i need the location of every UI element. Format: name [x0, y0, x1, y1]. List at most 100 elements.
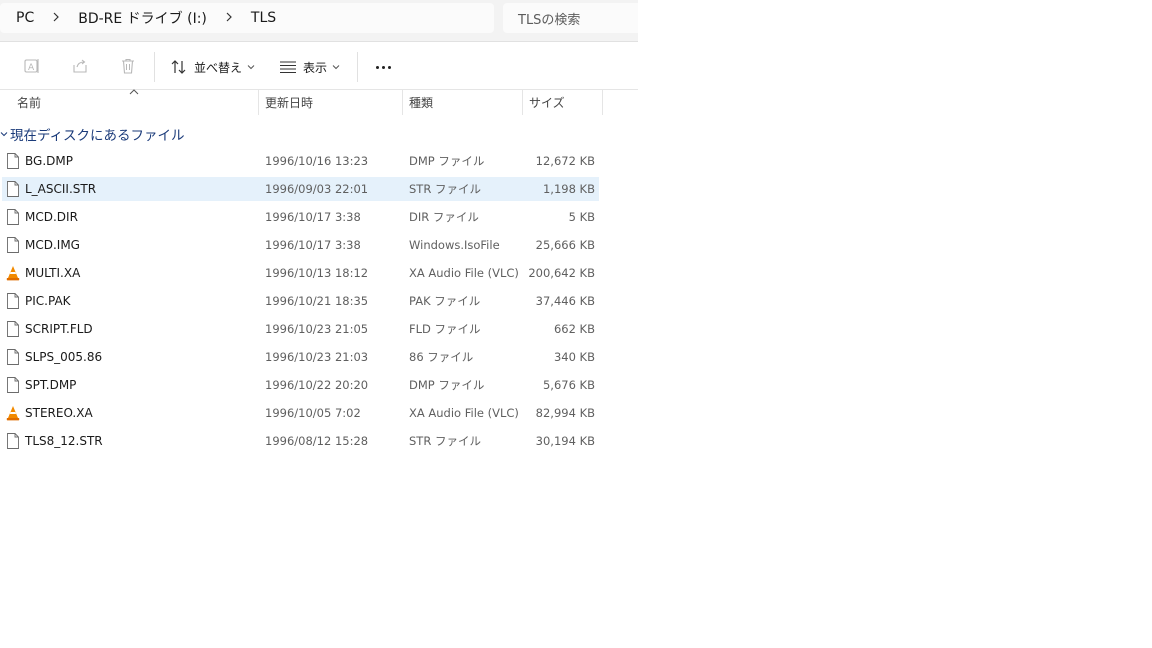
file-type: 86 ファイル [409, 350, 474, 364]
file-type: Windows.IsoFile [409, 238, 500, 252]
breadcrumb-item-drive[interactable]: BD-RE ドライブ (I:) [60, 8, 207, 28]
file-size: 37,446 KB [535, 294, 595, 308]
file-date: 1996/10/23 21:03 [265, 350, 369, 364]
chevron-down-icon[interactable] [0, 130, 8, 138]
file-name: BG.DMP [25, 154, 73, 168]
search-placeholder: TLSの検索 [518, 12, 581, 28]
file-type: STR ファイル [409, 182, 481, 196]
breadcrumb-item-folder[interactable]: TLS [233, 10, 276, 26]
svg-text:A: A [28, 63, 35, 73]
file-name: SPT.DMP [25, 378, 77, 392]
file-type: PAK ファイル [409, 294, 481, 308]
file-size: 5 KB [568, 210, 595, 224]
file-type: DIR ファイル [409, 210, 479, 224]
vlc-cone-icon [6, 405, 20, 421]
file-date: 1996/08/12 15:28 [265, 434, 369, 448]
file-name: PIC.PAK [25, 294, 71, 308]
file-size: 662 KB [553, 322, 595, 336]
file-icon [6, 349, 20, 365]
file-row[interactable]: TLS8_12.STR 1996/08/12 15:28 STR ファイル 30,19… [2, 429, 599, 453]
file-size: 12,672 KB [535, 154, 595, 168]
file-size: 25,666 KB [535, 238, 595, 252]
file-name: SCRIPT.FLD [25, 322, 93, 336]
file-size: 5,676 KB [542, 378, 595, 392]
column-header-date-label: 更新日時 [265, 96, 314, 110]
file-row[interactable]: L_ASCII.STR 1996/09/03 22:01 STR ファイル 1,198… [2, 177, 599, 201]
search-input[interactable]: TLSの検索 [503, 3, 638, 33]
file-icon [6, 153, 20, 169]
file-type: DMP ファイル [409, 378, 485, 392]
chevron-down-icon [247, 65, 255, 70]
file-icon [6, 433, 20, 449]
file-name: TLS8_12.STR [25, 434, 103, 448]
file-name: MCD.DIR [25, 210, 78, 224]
view-button-label: 表示 [303, 60, 328, 75]
command-bar: A 並べ替え 表示 [0, 43, 638, 90]
file-icon [6, 181, 20, 197]
file-name: MULTI.XA [25, 266, 81, 280]
more-options-icon[interactable] [372, 55, 394, 79]
column-headers: 名前 更新日時 種類 サイズ [0, 89, 638, 115]
view-button[interactable]: 表示 [279, 55, 340, 79]
file-date: 1996/10/13 18:12 [265, 266, 369, 280]
file-size: 1,198 KB [542, 182, 595, 196]
file-row[interactable]: MCD.IMG 1996/10/17 3:38 Windows.IsoFile 25,… [2, 233, 599, 257]
file-row[interactable]: BG.DMP 1996/10/16 13:23 DMP ファイル 12,672 KB [2, 149, 599, 173]
file-date: 1996/10/21 18:35 [265, 294, 369, 308]
group-label: 現在ディスクにあるファイル [10, 128, 185, 144]
column-header-name[interactable]: 名前 [11, 90, 259, 115]
chevron-down-icon [332, 65, 340, 70]
file-type: STR ファイル [409, 434, 481, 448]
file-type: DMP ファイル [409, 154, 485, 168]
chevron-right-icon[interactable] [207, 11, 233, 25]
share-icon[interactable] [70, 56, 90, 76]
file-date: 1996/10/05 7:02 [265, 406, 361, 420]
sort-icon [171, 60, 186, 74]
file-date: 1996/10/17 3:38 [265, 210, 361, 224]
breadcrumb[interactable]: PC BD-RE ドライブ (I:) TLS [0, 3, 494, 33]
sort-button[interactable]: 並べ替え [170, 55, 255, 79]
file-size: 30,194 KB [535, 434, 595, 448]
vlc-cone-icon [6, 265, 20, 281]
column-header-size[interactable]: サイズ [523, 90, 603, 115]
file-row[interactable]: MCD.DIR 1996/10/17 3:38 DIR ファイル 5 KB [2, 205, 599, 229]
file-size: 200,642 KB [528, 266, 595, 280]
file-row[interactable]: PIC.PAK 1996/10/21 18:35 PAK ファイル 37,446 KB [2, 289, 599, 313]
address-bar-row: PC BD-RE ドライブ (I:) TLS TLSの検索 [0, 0, 638, 42]
column-header-date[interactable]: 更新日時 [259, 90, 403, 115]
file-type: XA Audio File (VLC) [409, 406, 519, 420]
file-row[interactable]: SPT.DMP 1996/10/22 20:20 DMP ファイル 5,676 KB [2, 373, 599, 397]
file-row[interactable]: SCRIPT.FLD 1996/10/23 21:05 FLD ファイル 662 KB [2, 317, 599, 341]
toolbar-divider [357, 52, 358, 82]
file-name: MCD.IMG [25, 238, 80, 252]
column-header-name-label: 名前 [17, 96, 42, 110]
delete-icon[interactable] [118, 56, 138, 76]
file-date: 1996/09/03 22:01 [265, 182, 369, 196]
file-icon [6, 237, 20, 253]
file-type: XA Audio File (VLC) [409, 266, 519, 280]
file-row[interactable]: STEREO.XA 1996/10/05 7:02 XA Audio File (V… [2, 401, 599, 425]
column-header-size-label: サイズ [529, 96, 565, 110]
column-header-type[interactable]: 種類 [403, 90, 523, 115]
file-date: 1996/10/23 21:05 [265, 322, 369, 336]
sort-button-label: 並べ替え [194, 60, 243, 75]
view-icon [280, 61, 296, 74]
file-type: FLD ファイル [409, 322, 481, 336]
file-icon [6, 321, 20, 337]
group-header[interactable]: 現在ディスクにあるファイル [0, 123, 185, 145]
file-date: 1996/10/16 13:23 [265, 154, 369, 168]
file-size: 340 KB [553, 350, 595, 364]
file-name: STEREO.XA [25, 406, 93, 420]
column-header-type-label: 種類 [409, 96, 434, 110]
chevron-right-icon[interactable] [34, 11, 60, 25]
file-icon [6, 209, 20, 225]
rename-icon[interactable]: A [22, 56, 42, 76]
file-row[interactable]: MULTI.XA 1996/10/13 18:12 XA Audio File (V… [2, 261, 599, 285]
file-size: 82,994 KB [535, 406, 595, 420]
file-icon [6, 293, 20, 309]
file-explorer-window: PC BD-RE ドライブ (I:) TLS TLSの検索 A 並べ替え 表示 … [0, 0, 638, 648]
toolbar-divider [154, 52, 155, 82]
file-row[interactable]: SLPS_005.86 1996/10/23 21:03 86 ファイル 340 KB [2, 345, 599, 369]
file-name: L_ASCII.STR [25, 182, 97, 196]
breadcrumb-item-pc[interactable]: PC [0, 10, 34, 26]
